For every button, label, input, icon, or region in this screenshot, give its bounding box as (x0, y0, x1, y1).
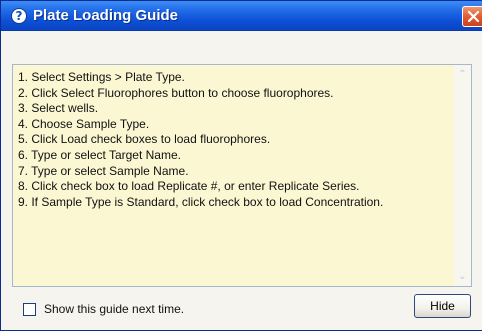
show-guide-label[interactable]: Show this guide next time. (44, 302, 184, 316)
guide-step: 8. Click check box to load Replicate #, … (18, 179, 360, 194)
vertical-scrollbar[interactable]: ⌃ ⌄ (454, 65, 471, 286)
window-title: Plate Loading Guide (33, 7, 179, 24)
guide-step: 5. Click Load check boxes to load fluoro… (18, 132, 271, 147)
hide-button[interactable]: Hide (414, 294, 471, 318)
guide-step: 2. Click Select Fluorophores button to c… (18, 85, 334, 100)
guide-step: 1. Select Settings > Plate Type. (18, 70, 185, 84)
guide-text-panel[interactable]: 1. Select Settings > Plate Type. 2. Clic… (12, 64, 472, 287)
close-icon (468, 11, 479, 22)
scroll-up-arrow-icon[interactable]: ⌃ (455, 67, 470, 82)
guide-step: 9. If Sample Type is Standard, click che… (18, 194, 384, 209)
guide-step: 7. Type or select Sample Name. (18, 163, 189, 178)
guide-step: 4. Choose Sample Type. (18, 116, 150, 131)
show-guide-checkbox[interactable] (23, 303, 36, 316)
question-circle-icon: ? (11, 8, 27, 24)
close-button[interactable] (462, 6, 482, 27)
guide-step: 6. Type or select Target Name. (18, 147, 181, 162)
guide-step-list: 1. Select Settings > Plate Type. 2. Clic… (18, 70, 456, 210)
scroll-down-arrow-icon[interactable]: ⌄ (455, 269, 470, 284)
title-bar[interactable]: ? Plate Loading Guide (1, 1, 482, 31)
plate-loading-guide-window: ? Plate Loading Guide 1. Select Settings… (0, 0, 482, 331)
guide-step: 3. Select wells. (18, 101, 99, 116)
